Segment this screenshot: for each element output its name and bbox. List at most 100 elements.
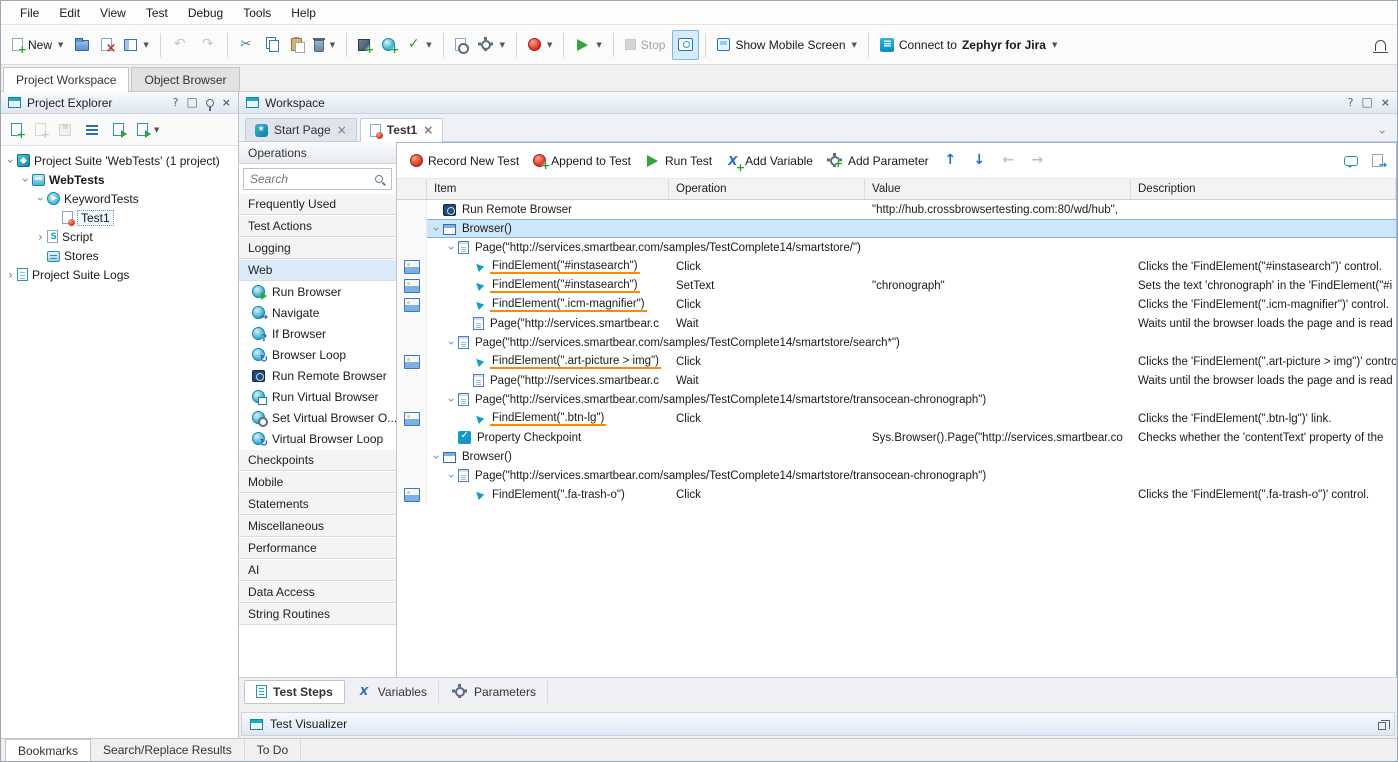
test-step-row[interactable]: Page("http://services.smartbear.com/samp… — [397, 333, 1396, 352]
tree-expander-icon[interactable] — [34, 194, 47, 204]
tree-item[interactable]: Stores — [1, 246, 238, 265]
operations-entry[interactable]: Mobile — [239, 471, 396, 493]
toolbar-button[interactable] — [309, 30, 340, 60]
toolbar-button[interactable] — [286, 30, 307, 60]
operations-entry[interactable]: Checkpoints — [239, 449, 396, 471]
dropdown-arrow-icon[interactable] — [426, 41, 431, 49]
toolbar-button[interactable] — [119, 30, 153, 60]
test-step-row[interactable]: Run Remote Browser "http://hub.crossbrow… — [397, 200, 1396, 219]
toolbar-button[interactable] — [96, 30, 117, 60]
operations-entry[interactable]: Miscellaneous — [239, 515, 396, 537]
close-tab-icon[interactable] — [423, 125, 433, 135]
test-step-row[interactable]: FindElement(".icm-magnifier") Click Clic… — [397, 295, 1396, 314]
menu-item[interactable]: Help — [282, 3, 325, 23]
toolbar-button[interactable] — [868, 33, 869, 57]
toolbar-button[interactable] — [70, 30, 94, 60]
toolbar-button[interactable] — [54, 117, 76, 143]
operations-entry[interactable]: Test Actions — [239, 215, 396, 237]
dropdown-arrow-icon[interactable] — [58, 41, 63, 49]
dropdown-arrow-icon[interactable] — [500, 41, 505, 49]
help-icon[interactable] — [1348, 97, 1354, 108]
toolbar-button[interactable]: Run Test — [640, 147, 717, 175]
visualizer-thumbnail-icon[interactable] — [404, 260, 420, 274]
editor-bottom-tab[interactable]: Test Steps — [244, 680, 345, 704]
status-bar-tab[interactable]: Bookmarks — [5, 739, 91, 761]
menu-item[interactable]: File — [11, 3, 48, 23]
toolbar-button[interactable] — [563, 33, 564, 57]
test-step-row[interactable]: Page("http://services.smartbear.com/samp… — [397, 466, 1396, 485]
operations-entry[interactable]: Virtual Browser Loop — [239, 428, 396, 449]
operations-entry[interactable]: Run Browser — [239, 281, 396, 302]
tree-expander-icon[interactable] — [19, 175, 32, 185]
toolbar-button[interactable]: New — [7, 30, 68, 60]
toolbar-button[interactable] — [6, 117, 27, 143]
toolbar-button[interactable]: Show Mobile Screen — [712, 30, 861, 60]
close-tab-icon[interactable] — [337, 125, 347, 135]
toolbar-button[interactable] — [167, 30, 193, 60]
toolbar-button[interactable] — [1025, 147, 1050, 175]
row-expander-icon[interactable] — [445, 338, 458, 348]
perspective-tab[interactable]: Project Workspace — [3, 67, 129, 92]
operations-entry[interactable]: Performance — [239, 537, 396, 559]
row-expander-icon[interactable] — [430, 224, 443, 234]
dropdown-arrow-icon[interactable] — [154, 126, 159, 134]
operations-entry[interactable]: Set Virtual Browser O... — [239, 407, 396, 428]
pin-panel-icon[interactable] — [206, 99, 214, 107]
status-bar-tab[interactable]: To Do — [245, 739, 301, 761]
tab-list-dropdown-icon[interactable] — [1380, 127, 1393, 141]
column-header-description[interactable]: Description — [1131, 179, 1396, 199]
test-step-row[interactable]: Property Checkpoint Sys.Browser().Page("… — [397, 428, 1396, 447]
toolbar-button[interactable] — [377, 30, 400, 60]
toolbar-button[interactable] — [523, 30, 557, 60]
toolbar-button[interactable] — [450, 30, 471, 60]
toolbar-button[interactable] — [346, 33, 347, 57]
dropdown-arrow-icon[interactable] — [330, 41, 335, 49]
visualizer-thumbnail-icon[interactable] — [404, 298, 420, 312]
toolbar-button[interactable] — [705, 33, 706, 57]
editor-bottom-tab[interactable]: Variables — [347, 681, 439, 703]
dropdown-arrow-icon[interactable] — [547, 41, 552, 49]
operations-entry[interactable]: Frequently Used — [239, 193, 396, 215]
toolbar-button[interactable] — [613, 33, 614, 57]
menu-item[interactable]: Test — [137, 3, 177, 23]
float-panel-icon[interactable] — [1378, 722, 1386, 730]
toolbar-button[interactable] — [996, 147, 1021, 175]
toolbar-button[interactable] — [967, 147, 992, 175]
toolbar-button[interactable]: Add Variable — [721, 147, 818, 175]
column-header-value[interactable]: Value — [865, 179, 1131, 199]
toolbar-button[interactable] — [473, 30, 510, 60]
toolbar-button[interactable] — [30, 117, 51, 143]
close-panel-icon[interactable] — [1381, 97, 1390, 108]
test-step-row[interactable]: Page("http://services.smartbear.com/samp… — [397, 390, 1396, 409]
editor-bottom-tab[interactable]: Parameters — [441, 681, 548, 703]
close-panel-icon[interactable] — [222, 97, 231, 108]
test-step-row[interactable]: FindElement("#instasearch") SetText "chr… — [397, 276, 1396, 295]
menu-item[interactable]: Debug — [179, 3, 232, 23]
toolbar-button[interactable] — [570, 30, 606, 60]
operations-entry[interactable]: Run Virtual Browser — [239, 386, 396, 407]
visualizer-thumbnail-icon[interactable] — [404, 279, 420, 293]
row-expander-icon[interactable] — [445, 395, 458, 405]
tree-item[interactable]: KeywordTests — [1, 189, 238, 208]
test-step-row[interactable]: FindElement(".fa-trash-o") Click Clicks … — [397, 485, 1396, 504]
test-visualizer-bar[interactable]: Test Visualizer — [241, 712, 1395, 736]
toolbar-button[interactable] — [108, 117, 129, 143]
operations-entry[interactable]: Browser Loop — [239, 344, 396, 365]
menu-item[interactable]: View — [91, 3, 135, 23]
dropdown-arrow-icon[interactable] — [596, 41, 601, 49]
toolbar-button[interactable] — [227, 33, 228, 57]
tree-item[interactable]: WebTests — [1, 170, 238, 189]
operations-entry[interactable]: Statements — [239, 493, 396, 515]
operations-entry[interactable]: Run Remote Browser — [239, 365, 396, 386]
toolbar-button[interactable]: Connect to Zephyr for Jira — [875, 30, 1062, 60]
tree-expander-icon[interactable] — [34, 232, 47, 242]
toolbar-button[interactable] — [443, 33, 444, 57]
toolbar-button[interactable] — [516, 33, 517, 57]
document-tab[interactable]: Test1 — [360, 118, 444, 142]
test-step-row[interactable]: FindElement(".btn-lg") Click Clicks the … — [397, 409, 1396, 428]
tree-item[interactable]: Project Suite Logs — [1, 265, 238, 284]
test-step-row[interactable]: Page("http://services.smartbear.c Wait W… — [397, 371, 1396, 390]
test-step-row[interactable]: FindElement("#instasearch") Click Clicks… — [397, 257, 1396, 276]
toolbar-button[interactable] — [938, 147, 963, 175]
toolbar-button[interactable] — [402, 30, 436, 60]
